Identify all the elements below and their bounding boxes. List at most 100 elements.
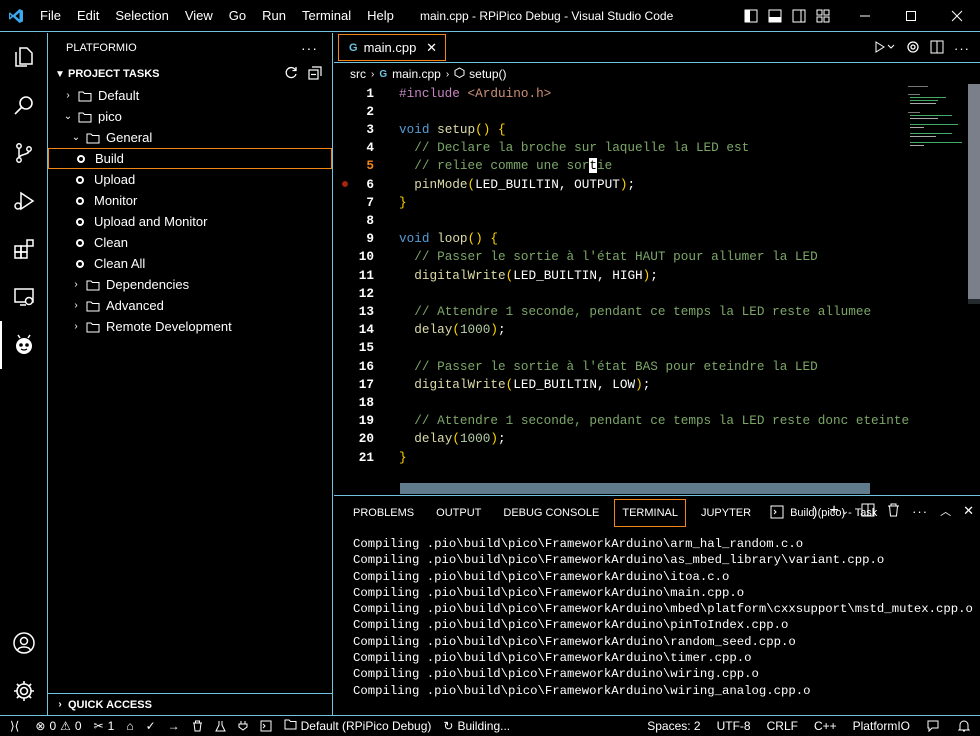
- split-terminal-icon[interactable]: [861, 503, 875, 520]
- project-tasks-header[interactable]: ▼ PROJECT TASKS: [48, 63, 332, 85]
- maximize-panel-icon[interactable]: ︿: [940, 503, 951, 519]
- refresh-icon[interactable]: [284, 66, 298, 83]
- settings-gear-icon[interactable]: [906, 40, 920, 57]
- activity-bar: [0, 33, 48, 715]
- chevron-down-icon[interactable]: ⌄: [841, 506, 849, 517]
- run-debug-dropdown-icon[interactable]: [874, 40, 896, 57]
- search-icon[interactable]: [0, 81, 48, 129]
- menu-file[interactable]: File: [32, 0, 69, 32]
- language-mode[interactable]: C++: [806, 716, 845, 736]
- sidebar-title: PLATFORMIO: [66, 42, 137, 54]
- problems-status[interactable]: ⊗ 0 ⚠ 0: [29, 716, 87, 736]
- more-actions-icon[interactable]: ···: [301, 40, 318, 56]
- menu-help[interactable]: Help: [359, 0, 402, 32]
- menu-run[interactable]: Run: [254, 0, 294, 32]
- scrollbar-thumb[interactable]: [968, 84, 980, 299]
- code-editor[interactable]: 1 #include <Arduino.h> 2 3 void setup() { …: [334, 84, 980, 494]
- editor-horizontal-scrollbar[interactable]: [400, 483, 870, 494]
- close-window-icon[interactable]: [934, 0, 980, 32]
- trash-icon[interactable]: [887, 503, 900, 520]
- tab-debug-console[interactable]: DEBUG CONSOLE: [496, 499, 606, 527]
- pio-test-icon[interactable]: [209, 716, 232, 736]
- menu-view[interactable]: View: [177, 0, 221, 32]
- breadcrumb-folder[interactable]: src: [350, 67, 366, 81]
- task-clean[interactable]: Clean: [48, 232, 332, 253]
- tree-env-default[interactable]: › Default: [48, 85, 332, 106]
- pio-terminal-icon[interactable]: [254, 716, 278, 736]
- task-upload-monitor[interactable]: Upload and Monitor: [48, 211, 332, 232]
- pio-build-icon[interactable]: ✓: [140, 716, 162, 736]
- tree-folder-remote[interactable]: › Remote Development: [48, 316, 332, 337]
- tools-status[interactable]: ✂ 1: [88, 716, 121, 736]
- more-actions-icon[interactable]: ···: [954, 41, 970, 56]
- close-tab-icon[interactable]: ✕: [426, 40, 437, 56]
- split-editor-icon[interactable]: [930, 40, 944, 57]
- tab-terminal[interactable]: TERMINAL: [614, 499, 686, 527]
- explorer-icon[interactable]: [0, 33, 48, 81]
- menu-selection[interactable]: Selection: [107, 0, 176, 32]
- menu-edit[interactable]: Edit: [69, 0, 107, 32]
- new-terminal-icon[interactable]: +: [829, 502, 838, 520]
- menu-go[interactable]: Go: [221, 0, 254, 32]
- tab-output[interactable]: OUTPUT: [429, 499, 488, 527]
- task-clean-all[interactable]: Clean All: [48, 253, 332, 274]
- build-progress[interactable]: ↻ Building...: [437, 716, 516, 736]
- env-label: Default (RPiPico Debug): [300, 718, 432, 733]
- encoding-status[interactable]: UTF-8: [709, 716, 759, 736]
- tree-folder-dependencies[interactable]: › Dependencies: [48, 274, 332, 295]
- platformio-icon[interactable]: [0, 321, 48, 369]
- more-actions-icon[interactable]: ···: [912, 504, 928, 519]
- tree-env-pico[interactable]: ⌄ pico: [48, 106, 332, 127]
- tree-label: Dependencies: [106, 277, 190, 292]
- pio-upload-icon[interactable]: →: [162, 716, 186, 736]
- toggle-sidebar-icon[interactable]: [740, 0, 762, 32]
- toggle-panel-icon[interactable]: [764, 0, 786, 32]
- maximize-icon[interactable]: [888, 0, 934, 32]
- terminal-line: Compiling .pio\build\pico\FrameworkArdui…: [353, 585, 745, 600]
- line-number: 17: [358, 376, 374, 392]
- folder-icon: [86, 132, 100, 144]
- line-number: 19: [358, 413, 374, 429]
- settings-gear-icon[interactable]: [0, 667, 48, 715]
- code-line: }: [399, 194, 407, 210]
- tree-folder-advanced[interactable]: › Advanced: [48, 295, 332, 316]
- quick-access-header[interactable]: › QUICK ACCESS: [48, 693, 332, 715]
- pio-serial-monitor-icon[interactable]: [232, 716, 254, 736]
- accounts-icon[interactable]: [0, 619, 48, 667]
- task-monitor[interactable]: Monitor: [48, 190, 332, 211]
- breadcrumb-symbol[interactable]: setup(): [469, 67, 506, 81]
- remote-indicator-icon[interactable]: ⟩⟨: [0, 716, 29, 736]
- line-number: 4: [366, 140, 374, 156]
- collapse-all-icon[interactable]: [308, 66, 322, 83]
- tab-main-cpp[interactable]: G main.cpp ✕: [338, 34, 446, 61]
- task-upload[interactable]: Upload: [48, 169, 332, 190]
- task-build[interactable]: Build: [48, 148, 332, 169]
- extensions-icon[interactable]: [0, 225, 48, 273]
- minimize-icon[interactable]: [842, 0, 888, 32]
- indentation-status[interactable]: Spaces: 2: [639, 716, 708, 736]
- eol-status[interactable]: CRLF: [759, 716, 806, 736]
- toggle-secondary-sidebar-icon[interactable]: [788, 0, 810, 32]
- pio-home-icon[interactable]: ⌂: [120, 716, 139, 736]
- menu-terminal[interactable]: Terminal: [294, 0, 359, 32]
- minimap[interactable]: [908, 84, 968, 184]
- close-panel-icon[interactable]: ✕: [963, 503, 974, 519]
- breadcrumb: src › G main.cpp › setup(): [334, 64, 980, 84]
- editor-vertical-scrollbar[interactable]: [968, 84, 980, 304]
- notifications-bell-icon[interactable]: [948, 716, 980, 736]
- tab-jupyter[interactable]: JUPYTER: [694, 499, 758, 527]
- source-control-icon[interactable]: [0, 129, 48, 177]
- remote-explorer-icon[interactable]: [0, 273, 48, 321]
- run-debug-icon[interactable]: [0, 177, 48, 225]
- terminal-output[interactable]: Compiling .pio\build\pico\FrameworkArdui…: [353, 536, 973, 699]
- tree-label: pico: [98, 109, 122, 124]
- platformio-status[interactable]: PlatformIO: [845, 716, 918, 736]
- project-env-switcher[interactable]: Default (RPiPico Debug): [278, 716, 438, 736]
- tree-folder-general[interactable]: ⌄ General: [48, 127, 332, 148]
- task-circle-icon: [76, 238, 84, 247]
- tab-problems[interactable]: PROBLEMS: [346, 499, 421, 527]
- pio-clean-icon[interactable]: [186, 716, 209, 736]
- feedback-icon[interactable]: [918, 716, 948, 736]
- breadcrumb-file[interactable]: main.cpp: [392, 67, 441, 81]
- customize-layout-icon[interactable]: [812, 0, 834, 32]
